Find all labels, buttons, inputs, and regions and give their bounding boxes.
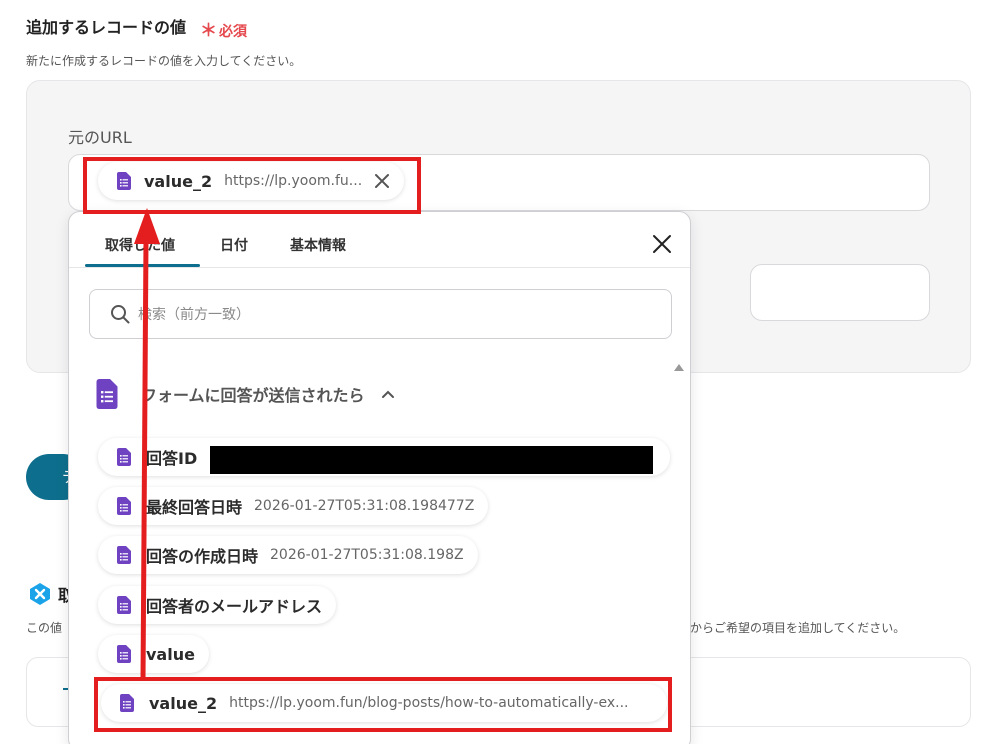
scrollbar-up-arrow[interactable] [674, 364, 684, 371]
list-item[interactable]: 最終回答日時 2026-01-27T05:31:08.198477Z [98, 487, 489, 525]
item-value: 2026-01-27T05:31:08.198Z [270, 547, 464, 563]
second-field-input[interactable] [750, 264, 930, 321]
item-label: 回答ID [146, 449, 198, 468]
annotation-highlight-chip [83, 157, 421, 214]
google-forms-doc-icon [96, 379, 118, 409]
section2-description-right: からご希望の項目を追加してください。 [690, 621, 906, 635]
trigger-group-header[interactable]: フォームに回答が送信されたら [95, 378, 395, 410]
list-item[interactable]: 回答の作成日時 2026-01-27T05:31:08.198Z [98, 536, 478, 574]
chevron-up-icon[interactable] [381, 389, 395, 399]
tab-basic-info[interactable]: 基本情報 [290, 235, 346, 255]
group-title: フォームに回答が送信されたら [141, 386, 365, 405]
active-tab-indicator [85, 264, 200, 267]
search-placeholder: 検索（前方一致） [138, 307, 250, 323]
item-value: 2026-01-27T05:31:08.198477Z [254, 498, 475, 514]
section-description: 新たに作成するレコードの値を入力してください。 [26, 54, 302, 68]
value-picker-dropdown: 取得した値 日付 基本情報 検索（前方一致） フォームに回答が送信されたら 回答… [68, 211, 691, 744]
tab-fetched-values[interactable]: 取得した値 [105, 235, 175, 255]
item-label: 回答の作成日時 [146, 547, 259, 566]
required-badge: ＊必須 [200, 16, 247, 41]
google-forms-doc-icon [117, 645, 131, 663]
list-item[interactable]: value [98, 635, 209, 673]
close-icon[interactable] [652, 234, 672, 254]
search-icon [111, 305, 130, 324]
google-forms-doc-icon [117, 448, 131, 466]
section2-description-left: この値 [26, 621, 63, 635]
list-item[interactable]: 回答者のメールアドレス [98, 586, 337, 624]
item-label: 回答者のメールアドレス [146, 597, 323, 616]
item-label: value [146, 644, 195, 664]
tab-date[interactable]: 日付 [220, 235, 248, 255]
google-forms-doc-icon [117, 546, 131, 564]
google-forms-doc-icon [117, 596, 131, 614]
required-label: 必須 [219, 24, 247, 40]
section-title: 追加するレコードの値 [26, 18, 187, 37]
yoom-brand-icon [30, 583, 50, 605]
picker-tabs: 取得した値 日付 基本情報 [69, 212, 690, 268]
search-input[interactable]: 検索（前方一致） [89, 289, 672, 339]
field-label-original-url: 元のURL [68, 128, 132, 147]
google-forms-doc-icon [117, 497, 131, 515]
annotation-highlight-item [94, 677, 672, 732]
redacted-value [210, 446, 653, 474]
required-star: ＊ [200, 21, 217, 41]
item-label: 最終回答日時 [146, 498, 243, 517]
